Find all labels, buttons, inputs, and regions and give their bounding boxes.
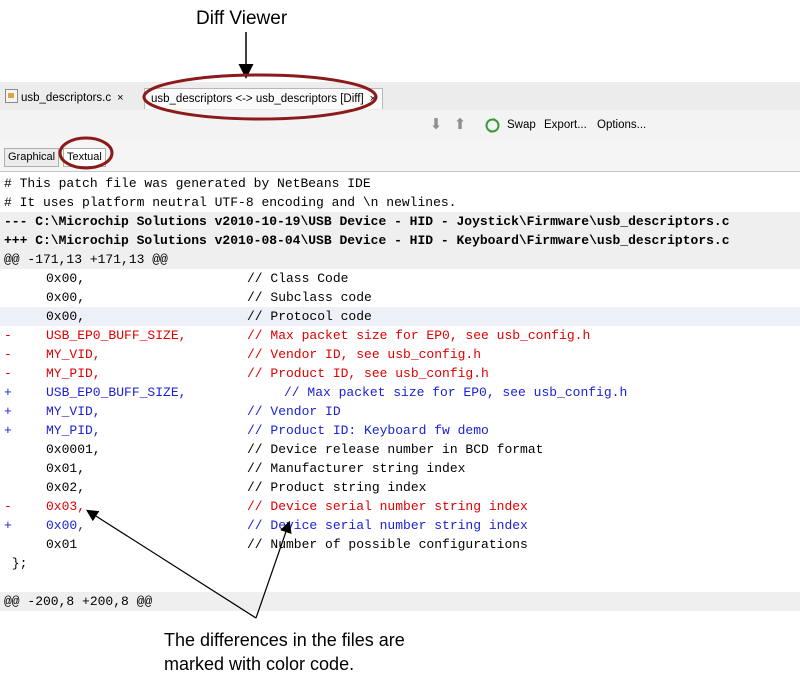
- diff-row-context: 0x00, // Class Code: [0, 269, 800, 288]
- code-value: 0x03,: [46, 499, 86, 514]
- diff-row-context: 0x00, // Subclass code: [0, 288, 800, 307]
- line-text: # This patch file was generated by NetBe…: [4, 176, 371, 191]
- code-comment: // Product string index: [247, 480, 427, 495]
- code-comment: // Manufacturer string index: [247, 461, 466, 476]
- code-value: USB_EP0_BUFF_SIZE,: [46, 385, 187, 400]
- callout-title: Diff Viewer: [196, 8, 288, 29]
- line-text: @@ -171,13 +171,13 @@: [4, 252, 168, 267]
- code-comment: // Product ID, see usb_config.h: [247, 366, 489, 381]
- diff-row-added: +0x00, // Device serial number string ind…: [0, 516, 800, 535]
- code-value: 0x01,: [46, 461, 86, 476]
- close-tab-icon[interactable]: ×: [370, 93, 376, 105]
- export-button[interactable]: Export...: [544, 116, 587, 134]
- diff-marker: +: [4, 518, 12, 533]
- swap-button[interactable]: Swap: [507, 116, 536, 134]
- code-value: 0x0001,: [46, 442, 101, 457]
- patch-header-line: +++ C:\Microchip Solutions v2010-08-04\U…: [0, 231, 800, 250]
- diff-row-context: 0x02, // Product string index: [0, 478, 800, 497]
- diff-toolbar: ⬇ ⬆ Swap Export... Options...: [0, 110, 800, 141]
- diff-row-removed: - USB_EP0_BUFF_SIZE, // Max packet size fo…: [0, 326, 800, 345]
- tab-graphical[interactable]: Graphical: [4, 148, 60, 167]
- next-difference-icon[interactable]: ⬇: [428, 116, 444, 134]
- patch-header-line: # This patch file was generated by NetBe…: [0, 174, 800, 193]
- tab-usb-descriptors-c[interactable]: usb_descriptors.c ×: [5, 88, 124, 108]
- code-value: 0x00,: [46, 271, 86, 286]
- closing-line: };: [0, 554, 800, 573]
- diff-row-context: 0x01, // Manufacturer string index: [0, 459, 800, 478]
- view-mode-tabs: Graphical Textual: [0, 140, 800, 172]
- code-comment: // Device release number in BCD format: [247, 442, 544, 457]
- patch-header-line: --- C:\Microchip Solutions v2010-10-19\U…: [0, 212, 800, 231]
- diff-row-context: 0x0001, // Device release number in BCD f…: [0, 440, 800, 459]
- callout-note: The differences in the files are marked …: [164, 628, 405, 676]
- note-line-1: The differences in the files are: [164, 630, 405, 650]
- line-text: @@ -200,8 +200,8 @@: [4, 594, 153, 609]
- diff-text-area[interactable]: # This patch file was generated by NetBe…: [0, 172, 800, 612]
- line-text: };: [4, 556, 28, 571]
- code-comment: // Subclass code: [247, 290, 372, 305]
- line-text: # It uses platform neutral UTF-8 encodin…: [4, 195, 457, 210]
- editor-tab-bar: usb_descriptors.c × usb_descriptors <-> u…: [0, 82, 800, 111]
- code-comment: // Product ID: Keyboard fw demo: [247, 423, 489, 438]
- hunk-header: @@ -200,8 +200,8 @@: [0, 592, 800, 611]
- diff-row-removed: - 0x03, // Device serial number string ind…: [0, 497, 800, 516]
- c-file-icon: [5, 89, 18, 103]
- diff-marker: -: [4, 328, 12, 343]
- swap-icon: [485, 118, 500, 133]
- code-comment: // Vendor ID: [247, 404, 341, 419]
- diff-row-removed: - MY_VID, // Vendor ID, see usb_config.h: [0, 345, 800, 364]
- code-value: MY_PID,: [46, 366, 101, 381]
- code-value: 0x01: [46, 537, 78, 552]
- diff-marker: +: [4, 404, 12, 419]
- code-value: 0x00,: [46, 518, 86, 533]
- close-tab-icon[interactable]: ×: [117, 92, 123, 104]
- diff-row-added: + MY_VID, // Vendor ID: [0, 402, 800, 421]
- note-line-2: marked with color code.: [164, 654, 355, 674]
- code-comment: // Class Code: [247, 271, 349, 286]
- diff-marker: -: [4, 366, 12, 381]
- code-comment: // Number of possible configurations: [247, 537, 528, 552]
- code-value: MY_VID,: [46, 347, 101, 362]
- diff-row-context: 0x01 // Number of possible configurations: [0, 535, 800, 554]
- tab-label: usb_descriptors.c: [21, 92, 112, 104]
- options-button[interactable]: Options...: [597, 116, 646, 134]
- diff-marker: -: [4, 347, 12, 362]
- tab-textual[interactable]: Textual: [63, 148, 106, 167]
- code-comment: // Device serial number string index: [247, 499, 528, 514]
- hunk-header: @@ -171,13 +171,13 @@: [0, 250, 800, 269]
- tab-diff[interactable]: usb_descriptors <-> usb_descriptors [Dif…: [144, 88, 384, 109]
- code-value: MY_VID,: [46, 404, 101, 419]
- code-comment: // Max packet size for EP0, see usb_conf…: [284, 385, 628, 400]
- diff-row-context: 0x00, // Protocol code: [0, 307, 800, 326]
- code-comment: // Vendor ID, see usb_config.h: [247, 347, 482, 362]
- line-text: +++ C:\Microchip Solutions v2010-08-04\U…: [4, 233, 730, 248]
- code-value: 0x00,: [46, 290, 86, 305]
- diff-marker: +: [4, 423, 12, 438]
- diff-row-added: + MY_PID, // Product ID: Keyboard fw demo: [0, 421, 800, 440]
- diff-row-added: + USB_EP0_BUFF_SIZE, // Max packet size fo…: [0, 383, 800, 402]
- diff-marker: +: [4, 385, 12, 400]
- diff-marker: -: [4, 499, 12, 514]
- code-value: 0x00,: [46, 309, 86, 324]
- tab-label: usb_descriptors <-> usb_descriptors [Dif…: [151, 93, 364, 105]
- code-comment: // Max packet size for EP0, see usb_conf…: [247, 328, 591, 343]
- code-comment: // Protocol code: [247, 309, 372, 324]
- line-text: --- C:\Microchip Solutions v2010-10-19\U…: [4, 214, 730, 229]
- code-value: 0x02,: [46, 480, 86, 495]
- code-comment: // Device serial number string index: [247, 518, 528, 533]
- patch-header-line: # It uses platform neutral UTF-8 encodin…: [0, 193, 800, 212]
- code-value: MY_PID,: [46, 423, 101, 438]
- previous-difference-icon[interactable]: ⬆: [452, 116, 468, 134]
- diff-row-removed: - MY_PID, // Product ID, see usb_config.h: [0, 364, 800, 383]
- code-value: USB_EP0_BUFF_SIZE,: [46, 328, 187, 343]
